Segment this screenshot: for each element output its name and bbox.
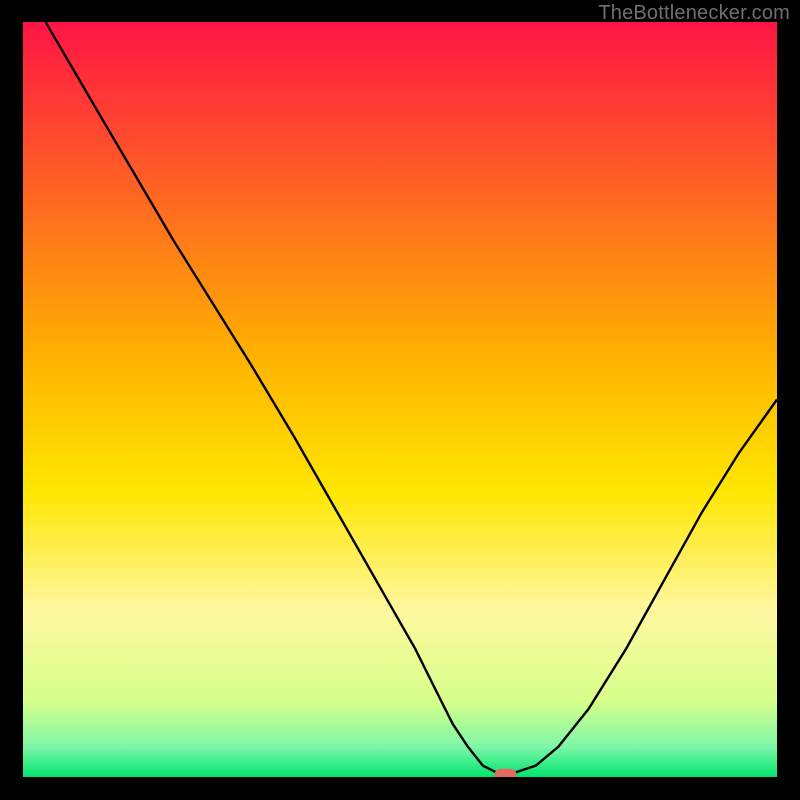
- optimum-marker: [495, 769, 517, 777]
- gradient-background: [23, 22, 777, 777]
- chart-frame: TheBottleneсker.com: [0, 0, 800, 800]
- chart-svg: [23, 22, 777, 777]
- chart-plot-area: [23, 22, 777, 777]
